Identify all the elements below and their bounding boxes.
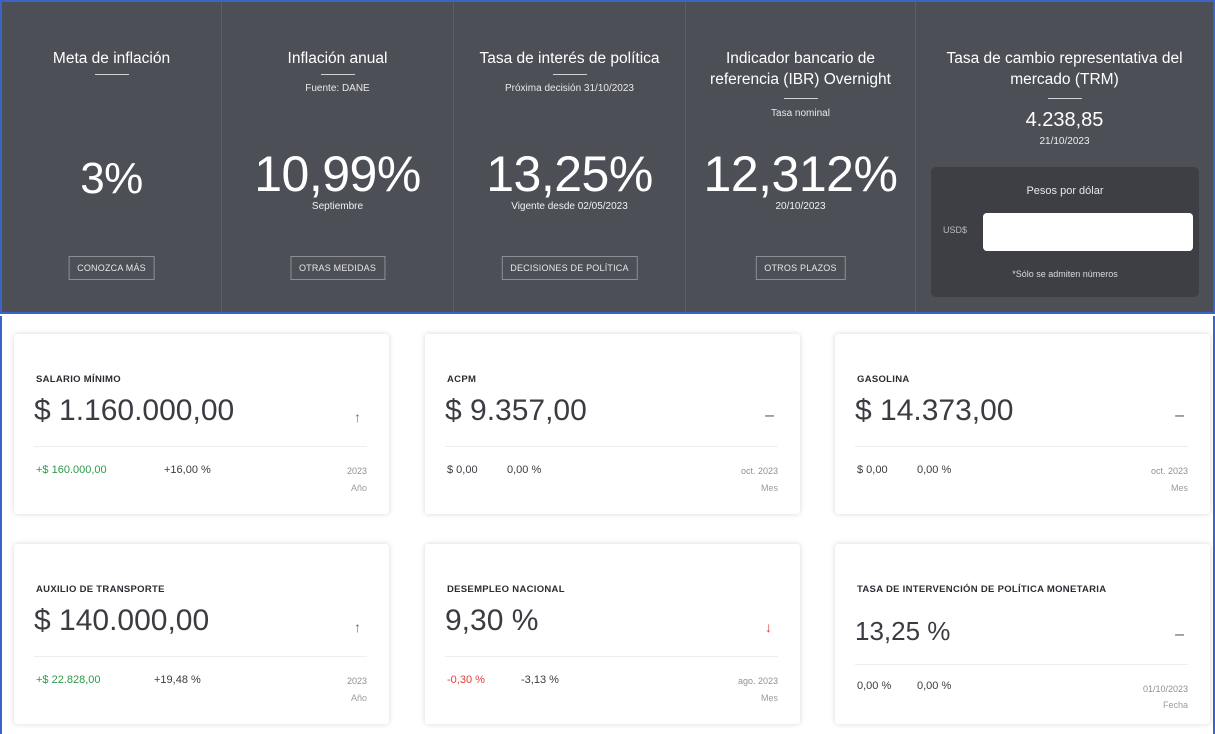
- card-divider: [34, 656, 367, 657]
- card-minimum-wage[interactable]: SALARIO MÍNIMO $ 1.160.000,00 ↑ +$ 160.0…: [14, 334, 389, 514]
- learn-more-button[interactable]: CONOZCA MÁS: [68, 256, 155, 280]
- card-label: GASOLINA: [857, 374, 910, 385]
- card-period: 01/10/2023: [1142, 684, 1188, 694]
- card-value: $ 140.000,00: [34, 604, 210, 637]
- ibr-title: Indicador bancario de referencia (IBR) O…: [710, 50, 891, 88]
- card-unit: Mes: [760, 483, 778, 493]
- card-transport-allowance[interactable]: AUXILIO DE TRANSPORTE $ 140.000,00 ↑ +$ …: [14, 544, 389, 724]
- card-value: 13,25 %: [855, 616, 951, 646]
- card-label: AUXILIO DE TRANSPORTE: [36, 584, 165, 595]
- policy-decisions-button[interactable]: DECISIONES DE POLÍTICA: [501, 256, 638, 280]
- inflation-target-title: Meta de inflación: [52, 50, 171, 67]
- trm-panel: Tasa de cambio representativa del mercad…: [916, 2, 1213, 312]
- card-unit: Año: [350, 483, 367, 493]
- trm-title: Tasa de cambio representativa del mercad…: [946, 50, 1183, 88]
- card-percent: -3,13 %: [521, 674, 559, 686]
- ibr-date: 20/10/2023: [775, 201, 826, 212]
- card-value: $ 9.357,00: [445, 394, 587, 427]
- card-period: ago. 2023: [737, 676, 778, 686]
- currency-converter: Pesos por dólar USD$ *Sólo se admiten nú…: [931, 167, 1199, 297]
- card-delta: $ 0,00: [857, 464, 888, 476]
- title-divider: [552, 74, 587, 75]
- ibr-note: Tasa nominal: [771, 108, 830, 119]
- card-value: $ 14.373,00: [855, 394, 1014, 427]
- card-delta: -0,30 %: [447, 674, 485, 686]
- other-measures-button[interactable]: OTRAS MEDIDAS: [289, 256, 386, 280]
- card-value: 9,30 %: [445, 604, 539, 637]
- ibr-panel: Indicador bancario de referencia (IBR) O…: [686, 2, 916, 312]
- inflation-source: Fuente: DANE: [305, 83, 370, 94]
- card-unit: Año: [350, 693, 367, 703]
- card-period: oct. 2023: [740, 466, 778, 476]
- inflation-target-panel: Meta de inflación 3% CONOZCA MÁS: [2, 2, 222, 312]
- inflation-target-value: 3%: [80, 154, 143, 203]
- arrow-up-icon: ↑: [354, 619, 361, 635]
- card-unit: Mes: [1170, 483, 1188, 493]
- annual-inflation-panel: Inflación anual Fuente: DANE 10,99% Sept…: [222, 2, 454, 312]
- card-monetary-policy-rate[interactable]: TASA DE INTERVENCIÓN DE POLÍTICA MONETAR…: [835, 544, 1210, 724]
- annual-inflation-value: 10,99%: [254, 146, 421, 202]
- card-divider: [445, 446, 778, 447]
- annual-inflation-title: Inflación anual: [287, 50, 388, 67]
- card-percent: +16,00 %: [164, 464, 211, 476]
- indicators-banner: Meta de inflación 3% CONOZCA MÁS Inflaci…: [0, 0, 1215, 314]
- arrow-up-icon: ↑: [354, 409, 361, 425]
- indicator-cards: SALARIO MÍNIMO $ 1.160.000,00 ↑ +$ 160.0…: [0, 316, 1215, 734]
- dash-icon: –: [1175, 407, 1184, 424]
- card-national-unemployment[interactable]: DESEMPLEO NACIONAL 9,30 % ↓ -0,30 % -3,1…: [425, 544, 800, 724]
- card-period: 2023: [346, 676, 367, 686]
- inflation-period: Septiembre: [311, 201, 364, 212]
- card-percent: 0,00 %: [507, 464, 542, 476]
- card-divider: [34, 446, 367, 447]
- title-divider: [783, 98, 818, 99]
- card-unit: Mes: [760, 693, 778, 703]
- policy-rate-panel: Tasa de interés de política Próxima deci…: [454, 2, 686, 312]
- card-divider: [855, 664, 1188, 665]
- card-unit: Fecha: [1162, 700, 1188, 710]
- card-gasoline[interactable]: GASOLINA $ 14.373,00 – $ 0,00 0,00 % oct…: [835, 334, 1210, 514]
- card-delta: 0,00 %: [857, 680, 892, 692]
- currency-label: USD$: [943, 225, 968, 235]
- card-value: $ 1.160.000,00: [34, 394, 235, 427]
- card-delta: +$ 22.828,00: [36, 674, 101, 686]
- card-acpm[interactable]: ACPM $ 9.357,00 – $ 0,00 0,00 % oct. 202…: [425, 334, 800, 514]
- title-divider: [94, 74, 129, 75]
- card-percent: 0,00 %: [917, 680, 952, 692]
- policy-rate-value: 13,25%: [486, 146, 653, 202]
- policy-rate-since: Vigente desde 02/05/2023: [511, 201, 628, 212]
- policy-rate-title: Tasa de interés de política: [479, 50, 660, 67]
- trm-value: 4.238,85: [1025, 109, 1104, 131]
- card-period: 2023: [346, 466, 367, 476]
- usd-amount-input[interactable]: [983, 213, 1193, 251]
- dash-icon: –: [1175, 626, 1184, 643]
- title-divider: [1047, 98, 1082, 99]
- card-delta: $ 0,00: [447, 464, 478, 476]
- card-label: DESEMPLEO NACIONAL: [447, 584, 565, 595]
- title-divider: [320, 74, 355, 75]
- converter-title: Pesos por dólar: [1026, 185, 1104, 197]
- other-terms-button[interactable]: OTROS PLAZOS: [755, 256, 846, 280]
- dash-icon: –: [765, 407, 774, 424]
- next-decision-date: Próxima decisión 31/10/2023: [505, 83, 634, 94]
- card-percent: +19,48 %: [154, 674, 201, 686]
- trm-date: 21/10/2023: [1039, 136, 1090, 147]
- ibr-value: 12,312%: [703, 146, 898, 202]
- card-divider: [445, 656, 778, 657]
- card-divider: [855, 446, 1188, 447]
- card-label: TASA DE INTERVENCIÓN DE POLÍTICA MONETAR…: [857, 584, 1107, 595]
- arrow-down-icon: ↓: [765, 619, 772, 635]
- card-delta: +$ 160.000,00: [36, 464, 107, 476]
- card-period: oct. 2023: [1150, 466, 1188, 476]
- card-percent: 0,00 %: [917, 464, 952, 476]
- card-label: SALARIO MÍNIMO: [36, 374, 121, 385]
- card-label: ACPM: [447, 374, 477, 385]
- numbers-only-note: *Sólo se admiten números: [1012, 269, 1118, 279]
